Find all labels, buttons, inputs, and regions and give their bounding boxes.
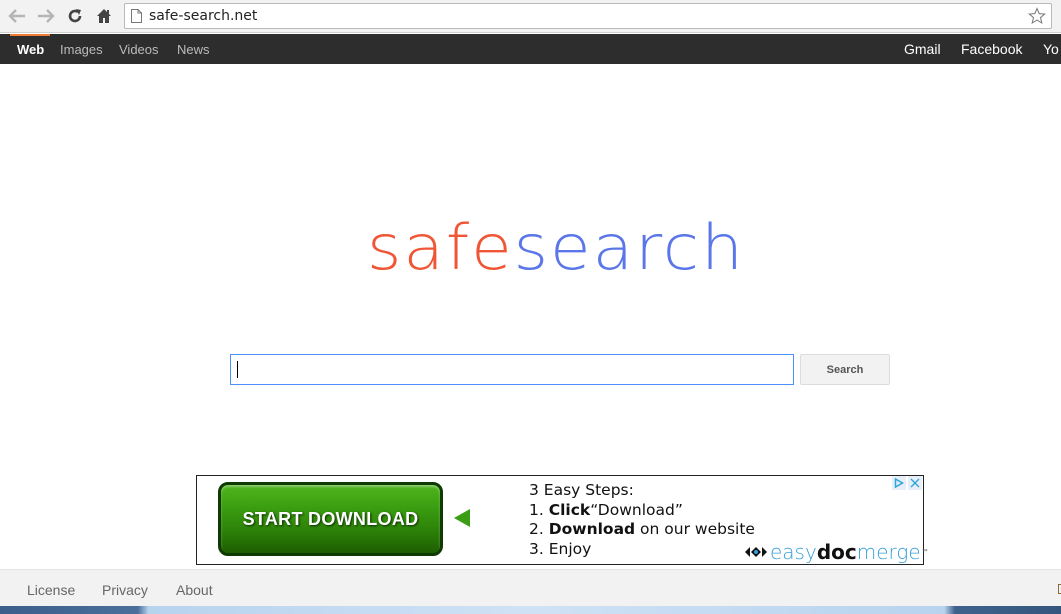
text-caret bbox=[237, 361, 238, 378]
nav-images[interactable]: Images bbox=[60, 42, 103, 57]
step-3: 3. Enjoy bbox=[529, 539, 592, 558]
brand-mark-icon bbox=[745, 547, 767, 557]
footer-about[interactable]: About bbox=[176, 582, 213, 598]
step-2: 2. Download on our website bbox=[529, 520, 755, 540]
safesearch-logo: safesearch bbox=[367, 210, 745, 286]
step-2-text: on our website bbox=[635, 520, 755, 538]
adchoices-button[interactable] bbox=[892, 476, 906, 490]
forward-arrow-icon bbox=[38, 9, 55, 23]
search-button[interactable]: Search bbox=[800, 354, 890, 385]
footer-privacy[interactable]: Privacy bbox=[102, 582, 148, 598]
footer-license[interactable]: License bbox=[27, 582, 75, 598]
brand-merge: merge bbox=[856, 540, 921, 564]
address-bar[interactable]: safe-search.net bbox=[124, 3, 1052, 29]
steps-title: 3 Easy Steps: bbox=[529, 481, 634, 499]
nav-youtube[interactable]: Yo bbox=[1043, 41, 1059, 57]
step-1-text: “Download” bbox=[590, 500, 683, 519]
top-nav-bar: Web Images Videos News Gmail Facebook Yo bbox=[0, 34, 1061, 64]
back-button[interactable] bbox=[6, 5, 28, 27]
active-tab-indicator bbox=[10, 34, 50, 36]
nav-facebook[interactable]: Facebook bbox=[961, 41, 1022, 57]
url-text[interactable]: safe-search.net bbox=[149, 8, 257, 24]
forward-button[interactable] bbox=[35, 5, 57, 27]
left-arrow-icon bbox=[454, 509, 470, 527]
brand-easy: easy bbox=[770, 540, 817, 564]
brand-doc: doc bbox=[816, 540, 857, 564]
back-arrow-icon bbox=[8, 9, 25, 23]
adchoices-icon bbox=[894, 478, 904, 488]
nav-videos[interactable]: Videos bbox=[119, 42, 159, 57]
easydocmerge-logo: easy doc merge ™ bbox=[745, 540, 928, 564]
bookmark-star-icon[interactable] bbox=[1028, 7, 1046, 25]
start-download-button[interactable]: START DOWNLOAD bbox=[218, 482, 443, 556]
browser-toolbar: safe-search.net bbox=[0, 0, 1061, 33]
os-taskbar bbox=[0, 606, 1061, 614]
advertisement-banner[interactable]: START DOWNLOAD 3 Easy Steps: 1. Click“Do… bbox=[196, 475, 928, 565]
page-icon bbox=[131, 9, 142, 23]
search-input[interactable] bbox=[230, 354, 794, 385]
home-icon bbox=[97, 9, 111, 23]
brand-tm: ™ bbox=[921, 549, 928, 555]
step-2-bold: Download bbox=[548, 520, 636, 538]
logo-search: search bbox=[513, 210, 745, 285]
page-footer: License Privacy About bbox=[0, 569, 1061, 606]
step-2-num: 2. bbox=[529, 520, 544, 538]
start-download-label: START DOWNLOAD bbox=[242, 508, 419, 529]
nav-web[interactable]: Web bbox=[17, 42, 44, 57]
home-button[interactable] bbox=[93, 5, 115, 27]
ad-close-button[interactable] bbox=[908, 476, 922, 490]
nav-news[interactable]: News bbox=[177, 42, 210, 57]
ad-steps: 3 Easy Steps: 1. Click“Download” 2. Down… bbox=[529, 481, 755, 559]
step-1: 1. Click“Download” bbox=[529, 501, 755, 521]
reload-icon bbox=[68, 9, 82, 23]
nav-gmail[interactable]: Gmail bbox=[904, 41, 941, 57]
reload-button[interactable] bbox=[64, 5, 86, 27]
step-1-bold: Click bbox=[548, 500, 591, 519]
close-icon bbox=[910, 478, 920, 488]
step-1-num: 1. bbox=[529, 500, 544, 519]
logo-safe: safe bbox=[367, 210, 514, 285]
